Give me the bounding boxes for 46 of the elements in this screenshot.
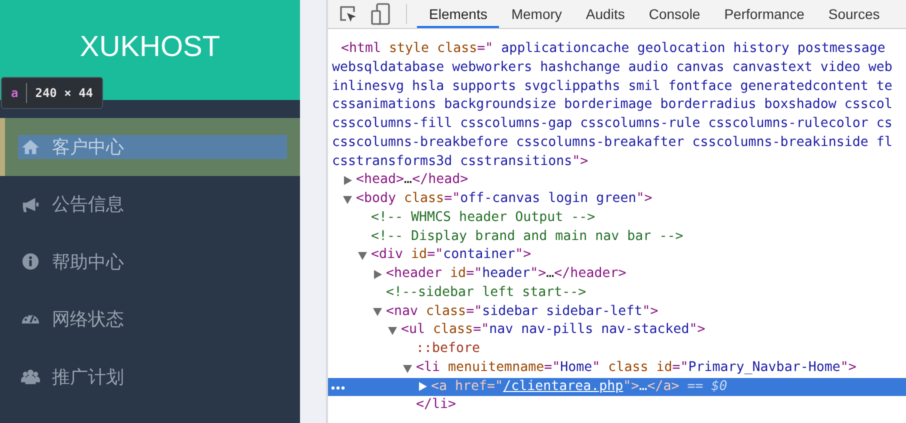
- expand-arrow-icon[interactable]: [373, 270, 382, 279]
- dom-node-line[interactable]: <nav class="sidebar sidebar-left">: [328, 302, 906, 322]
- dom-node-line[interactable]: <!-- WHMCS header Output -->: [328, 208, 906, 228]
- tooltip-size: 240 × 44: [35, 86, 94, 100]
- sidebar-item[interactable]: 推广计划: [0, 348, 300, 406]
- device-icon[interactable]: [371, 3, 391, 25]
- devtools-tab[interactable]: Performance: [712, 0, 816, 28]
- sidebar-item[interactable]: 帮助中心: [0, 233, 300, 290]
- devtools-tab[interactable]: Memory: [499, 0, 574, 28]
- dom-node-line[interactable]: websqldatabase webworkers hashchange audio canvas canvastext video web: [328, 58, 906, 78]
- collapse-arrow-icon[interactable]: [343, 194, 352, 204]
- site-title: XUKHOST: [80, 30, 220, 64]
- dom-node-line[interactable]: csstransforms3d csstransitions">: [328, 152, 906, 172]
- dom-node-line[interactable]: <ul class="nav nav-pills nav-stacked">: [328, 321, 906, 340]
- sidebar-item[interactable]: 网络状态: [0, 290, 300, 348]
- devtools-tab[interactable]: Audits: [574, 0, 637, 28]
- dom-node-line[interactable]: csscolumns-fill csscolumns-gap csscolumns-rule csscolumns-rulecolor cs: [328, 115, 906, 134]
- tooltip-tag: a: [11, 86, 18, 100]
- dom-node-line[interactable]: <head>…</head>: [328, 171, 906, 190]
- users-icon: [21, 367, 40, 386]
- dom-node-line[interactable]: <html style class=" applicationcache geolocation history postmessage: [328, 40, 906, 59]
- dom-node-line[interactable]: cssanimations backgroundsize borderimage borderradius boxshadow csscol: [328, 96, 906, 115]
- home-icon: [21, 137, 40, 156]
- dom-node-line[interactable]: inlinesvg hsla supports svgclippaths smil fontface generatedcontent te: [328, 78, 906, 96]
- dom-node-line[interactable]: ::before: [328, 340, 906, 359]
- devtools-tab[interactable]: Sources: [816, 0, 892, 28]
- dom-node-line[interactable]: <div id="container">: [328, 246, 906, 265]
- dom-node-line[interactable]: csscolumns-breakbefore csscolumns-breakafter csscolumns-breakinside fl: [328, 134, 906, 152]
- info-icon: [21, 252, 40, 272]
- selected-node-row[interactable]: <a href="/clientarea.php">…</a> == $0: [328, 378, 906, 396]
- sidebar-item[interactable]: 公告信息: [0, 176, 300, 233]
- dom-node-line[interactable]: <li menuitemname="Home" class id="Primary_Navbar-Home">: [328, 358, 906, 378]
- expand-arrow-icon[interactable]: [343, 176, 352, 186]
- devtools-tab[interactable]: Console: [636, 0, 712, 28]
- dom-node-line[interactable]: <!--sidebar left start-->: [328, 284, 906, 302]
- dom-node-line[interactable]: </li>: [328, 396, 906, 415]
- dom-node-line[interactable]: <body class="off-canvas login green">: [328, 190, 906, 209]
- more-icon[interactable]: [331, 386, 345, 390]
- collapse-arrow-icon[interactable]: [358, 251, 367, 260]
- devtools-tab[interactable]: Elements: [417, 0, 500, 28]
- expand-arrow-icon[interactable]: [418, 382, 427, 392]
- collapse-arrow-icon[interactable]: [403, 364, 412, 373]
- inspect-icon[interactable]: [338, 4, 358, 24]
- gauge-icon: [21, 314, 40, 324]
- dom-node-line[interactable]: <!-- Display brand and main nav bar -->: [328, 228, 906, 246]
- dom-node-line[interactable]: <header id="header">…</header>: [328, 265, 906, 284]
